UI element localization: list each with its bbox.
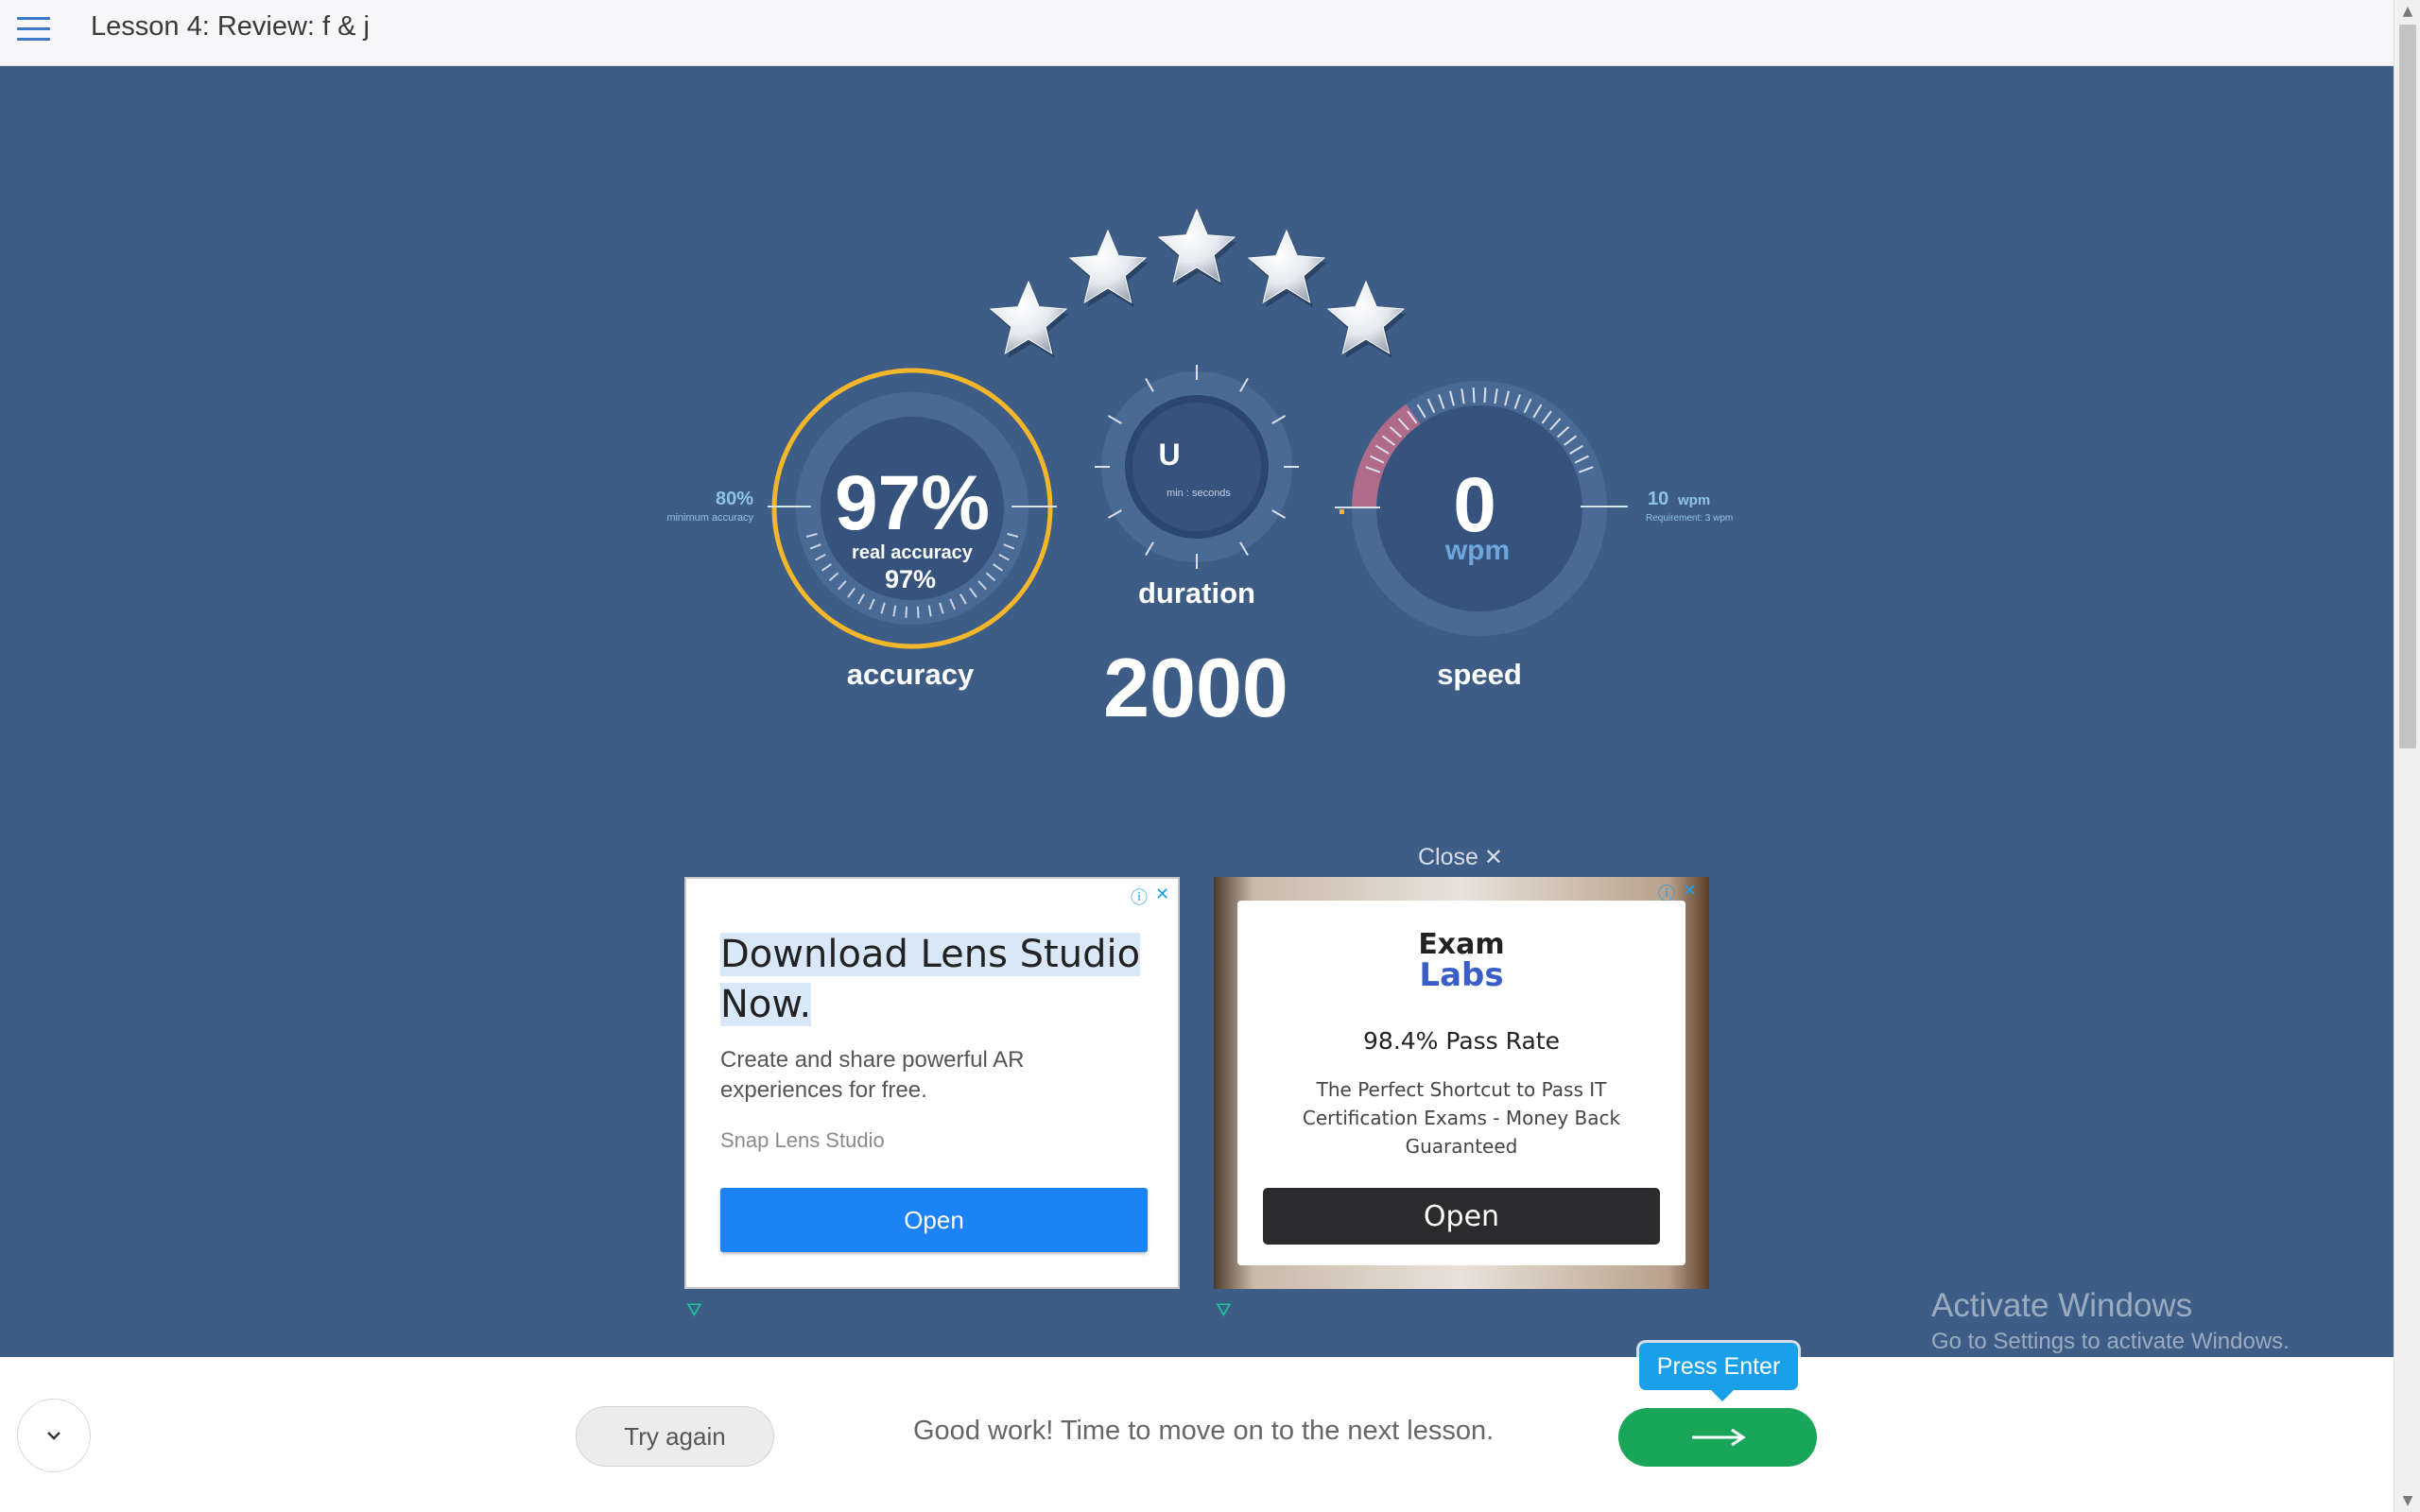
ad-open-button[interactable]: Open [1263, 1188, 1660, 1245]
ad-exam-labs[interactable]: ⓘ ✕ Exam Labs 98.4% Pass Rate The Perfec… [1214, 877, 1709, 1289]
chevron-down-icon [47, 1432, 60, 1440]
bottom-bar: Try again Good work! Time to move on to … [0, 1357, 2394, 1512]
accuracy-gauge: 97% real accuracy 97% accuracy 80% minim… [666, 368, 1057, 691]
speed-target-value: 10 [1648, 489, 1668, 509]
close-ads-label: Close [1418, 844, 1478, 870]
real-accuracy-label: real accuracy [852, 542, 974, 563]
scrollbar[interactable]: ▲ ▼ [2394, 0, 2420, 1512]
ad-info-icon[interactable]: ⓘ [1131, 885, 1148, 909]
next-lesson-button[interactable] [1618, 1408, 1817, 1467]
duration-unit-value: U [1158, 438, 1180, 472]
results-gauges: 97% real accuracy 97% accuracy 80% minim… [666, 365, 1733, 734]
press-enter-tooltip: Press Enter [1639, 1343, 1798, 1401]
ad-card: Exam Labs 98.4% Pass Rate The Perfect Sh… [1237, 901, 1685, 1265]
ad-badge-icon[interactable]: ⛛ [1216, 1298, 1232, 1321]
ad-close-icon[interactable]: ✕ [1155, 885, 1169, 904]
speed-requirement: Requirement: 3 wpm [1646, 513, 1733, 524]
ad-badge-icon[interactable]: ⛛ [686, 1298, 702, 1321]
speed-gauge: 0 wpm speed 10 wpm Requirement: 3 wpm [1335, 381, 1733, 691]
min-accuracy-value: 80% [716, 489, 753, 509]
scroll-up-arrow-icon[interactable]: ▲ [2394, 0, 2420, 23]
ad-lens-studio[interactable]: ⓘ ✕ Download Lens Studio Now. Create and … [684, 877, 1180, 1289]
scroll-down-arrow-icon[interactable]: ▼ [2394, 1489, 2420, 1512]
scrollbar-thumb[interactable] [2399, 25, 2416, 748]
ad-close-icon[interactable]: ✕ [1683, 881, 1697, 901]
collapse-button[interactable] [17, 1399, 91, 1472]
speed-unit: wpm [1444, 535, 1510, 566]
accuracy-label: accuracy [847, 658, 975, 691]
ad-headline: 98.4% Pass Rate [1363, 1027, 1560, 1055]
duration-unit-label: min : seconds [1167, 488, 1231, 499]
duration-gauge: U min : seconds duration 2000 [1095, 365, 1299, 734]
speed-target-unit: wpm [1677, 492, 1710, 508]
ad-brand-logo: Exam Labs [1418, 928, 1505, 994]
accuracy-value: 97% [835, 460, 990, 546]
completion-message: Good work! Time to move on to the next l… [913, 1416, 1495, 1446]
ad-headline[interactable]: Download Lens Studio Now. [720, 930, 1155, 1030]
min-accuracy-label: minimum accuracy [666, 512, 753, 524]
try-again-button[interactable]: Try again [576, 1406, 774, 1467]
duration-label: duration [1138, 576, 1255, 610]
arrow-right-icon [1692, 1428, 1746, 1447]
close-ads-button[interactable]: Close ✕ [1418, 844, 1503, 871]
close-icon: ✕ [1483, 845, 1504, 870]
ad-advertiser: Snap Lens Studio [720, 1128, 885, 1152]
ad-body: The Perfect Shortcut to Pass IT Certific… [1302, 1078, 1621, 1158]
speed-label: speed [1437, 658, 1522, 691]
windows-activation-watermark: Activate Windows Go to Settings to activ… [1931, 1287, 2290, 1354]
ad-body: Create and share powerful AR experiences… [720, 1047, 1025, 1103]
duration-value: 2000 [1103, 641, 1288, 734]
real-accuracy-value: 97% [885, 565, 936, 593]
ad-open-button[interactable]: Open [720, 1188, 1148, 1252]
